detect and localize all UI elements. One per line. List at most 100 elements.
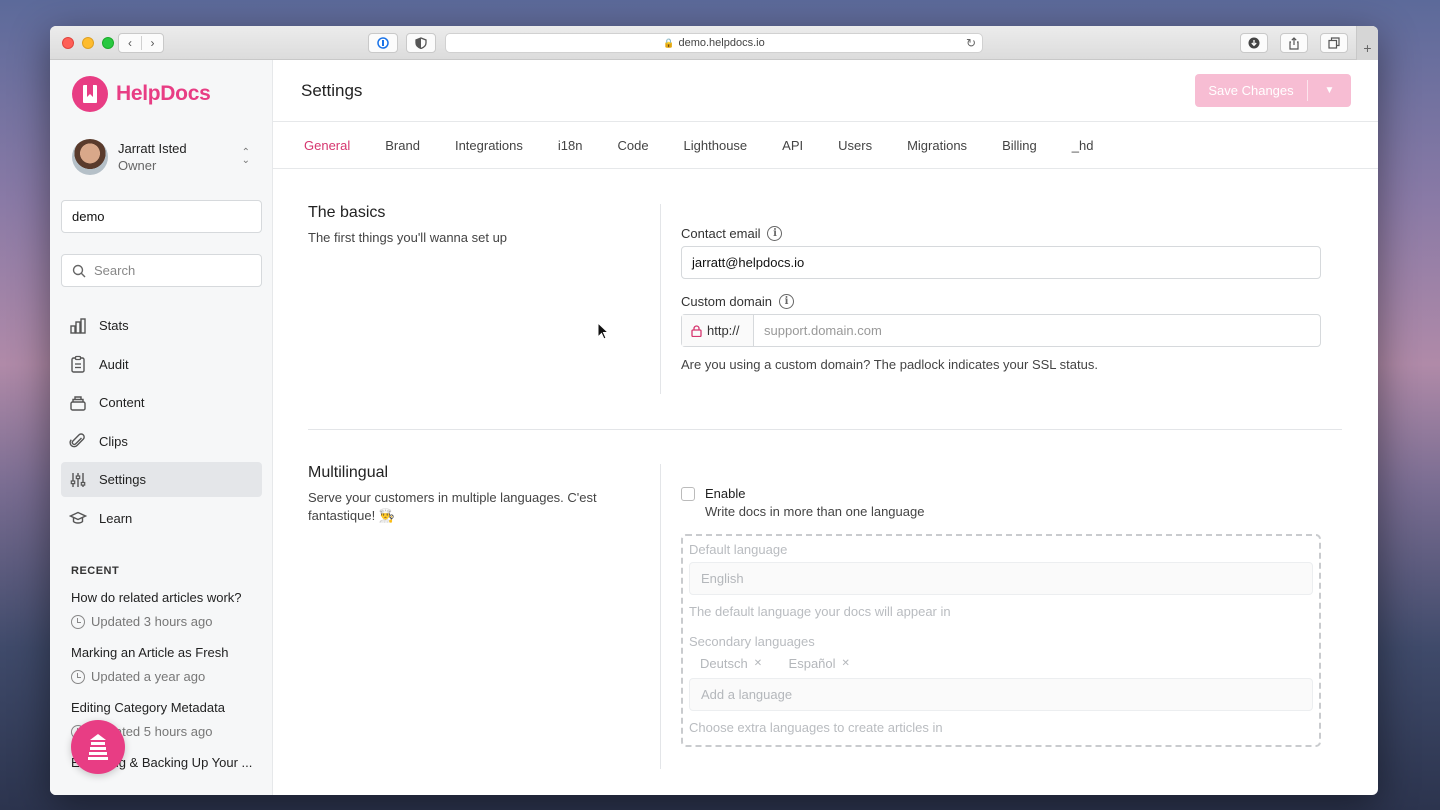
custom-domain-field[interactable]: support.domain.com [754,315,1320,346]
new-tab-icon[interactable]: + [1356,26,1378,60]
language-chip-label: Deutsch [700,656,748,671]
tab-migrations[interactable]: Migrations [907,138,967,153]
save-changes-button[interactable]: Save Changes ▼ [1195,74,1351,107]
sidebar-item-content[interactable]: Content [61,385,262,420]
site-selector-input[interactable]: demo [61,200,262,233]
mouse-cursor-icon [597,322,609,340]
default-language-value: English [701,571,744,586]
browser-toolbar: ‹ › 🔒 demo.helpdocs.io ↻ + [50,26,1378,60]
reload-icon[interactable]: ↻ [966,36,976,50]
history-nav: ‹ › [118,33,164,53]
logo[interactable]: HelpDocs [72,76,211,112]
tab-users[interactable]: Users [838,138,872,153]
secondary-languages-label: Secondary languages [689,634,815,649]
section-description: The first things you'll wanna set up [308,230,508,245]
url-text: demo.helpdocs.io [678,37,765,49]
sidebar-nav: Stats Audit Content Clips Settings Learn [61,308,262,539]
lock-icon: 🔒 [663,37,675,48]
sidebar-item-clips[interactable]: Clips [61,424,262,459]
contact-email-field[interactable]: jarratt@helpdocs.io [681,246,1321,279]
chevron-down-icon[interactable]: ▼ [1308,85,1351,96]
multilingual-fields: Enable Write docs in more than one langu… [681,486,1321,747]
tab-api[interactable]: API [782,138,803,153]
download-icon [1248,37,1260,49]
padlock-icon [691,324,702,337]
basics-fields: Contact email i jarratt@helpdocs.io Cust… [681,226,1321,372]
search-icon [72,264,86,277]
address-bar[interactable]: 🔒 demo.helpdocs.io ↻ [445,33,983,53]
tab-i18n[interactable]: i18n [558,138,583,153]
add-language-placeholder: Add a language [701,687,793,702]
add-language-input[interactable]: Add a language [689,678,1313,711]
tabs-icon [1328,37,1340,49]
sidebar-item-learn[interactable]: Learn [61,501,262,536]
default-language-select[interactable]: English [689,562,1313,595]
multilingual-intro: Multilingual Serve your customers in mul… [308,464,608,525]
section-title: The basics [308,204,386,221]
domain-prefix: http:// [682,315,754,346]
section-title: Multilingual [308,464,389,481]
section-divider [660,204,661,394]
downloads-button[interactable] [1240,33,1268,53]
tab-overview-button[interactable] [1320,33,1348,53]
recent-item-title[interactable]: Editing Category Metadata [71,700,261,715]
back-icon[interactable]: ‹ [119,36,141,50]
close-window-button[interactable] [62,37,74,49]
enable-multilingual-checkbox[interactable] [681,487,695,501]
sidebar-item-label: Clips [99,433,128,449]
graduation-cap-icon [69,509,87,527]
settings-tabs: General Brand Integrations i18n Code Lig… [273,122,1378,169]
info-icon[interactable]: i [767,226,783,241]
language-chip-label: Español [788,656,836,671]
sidebar-item-label: Audit [99,356,129,372]
shield-icon [415,37,427,49]
tab-general[interactable]: General [304,138,350,153]
search-input[interactable]: Search [61,254,262,287]
tab-code[interactable]: Code [617,138,648,153]
privacy-report-button[interactable] [406,33,436,53]
maximize-window-button[interactable] [102,37,114,49]
remove-icon[interactable]: ✕ [842,658,850,669]
tab-lighthouse[interactable]: Lighthouse [684,138,748,153]
save-changes-label[interactable]: Save Changes [1195,83,1307,98]
sliders-icon [69,471,87,489]
search-placeholder: Search [94,263,136,278]
sidebar-item-label: Learn [99,510,133,526]
remove-icon[interactable]: ✕ [754,658,762,669]
user-role: Owner [118,158,157,173]
recent-item-title[interactable]: How do related articles work? [71,590,261,605]
window-controls [62,37,114,49]
clock-icon [71,614,85,629]
recent-item[interactable]: Marking an Article as Fresh Updated a ye… [71,645,261,684]
sidebar-item-stats[interactable]: Stats [61,308,262,343]
recent-item[interactable]: How do related articles work? Updated 3 … [71,590,261,629]
bar-chart-icon [69,317,87,335]
tab-brand[interactable]: Brand [385,138,420,153]
info-icon[interactable]: i [779,294,795,309]
minimize-window-button[interactable] [82,37,94,49]
section-divider [660,464,661,769]
forward-icon[interactable]: › [140,36,163,50]
password-extension-button[interactable] [368,33,398,53]
support-chat-button[interactable] [71,720,125,774]
language-chip: Deutsch ✕ [700,656,762,671]
enable-help: Write docs in more than one language [705,504,925,519]
share-button[interactable] [1280,33,1308,53]
chevron-updown-icon: ⌃ ⌄ [241,147,250,166]
browser-window: ‹ › 🔒 demo.helpdocs.io ↻ + HelpDocs Jarr… [50,26,1378,795]
contact-email-value: jarratt@helpdocs.io [692,255,805,270]
recent-item-title[interactable]: Marking an Article as Fresh [71,645,261,660]
user-switcher[interactable]: Jarratt Isted Owner ⌃ ⌄ [72,139,252,175]
user-info: Jarratt Isted Owner [118,141,187,173]
lighthouse-icon [88,734,108,760]
sidebar-item-settings[interactable]: Settings [61,462,262,497]
sidebar: HelpDocs Jarratt Isted Owner ⌃ ⌄ demo Sea… [50,60,273,795]
tab-hd[interactable]: _hd [1072,138,1094,153]
recent-item-updated: Updated 3 hours ago [91,614,213,629]
enable-label[interactable]: Enable [705,486,924,501]
sidebar-item-audit[interactable]: Audit [61,347,262,382]
user-name: Jarratt Isted [118,141,187,156]
tab-integrations[interactable]: Integrations [455,138,523,153]
custom-domain-label-text: Custom domain [681,294,773,309]
tab-billing[interactable]: Billing [1002,138,1037,153]
